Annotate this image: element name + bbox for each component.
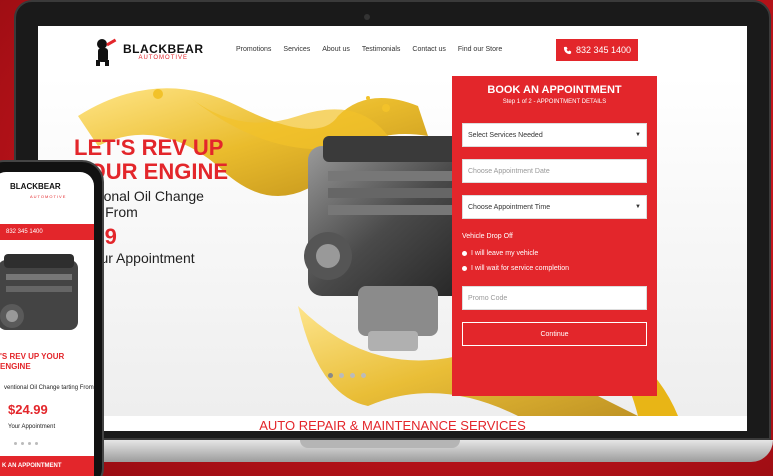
nav-services[interactable]: Services	[283, 46, 310, 53]
phone-headline: 'S REV UP YOUR ENGINE	[0, 352, 65, 371]
dropoff-label: Vehicle Drop Off	[462, 233, 513, 240]
phone-screen: BLACKBEAR AUTOMOTIVE 832 345 1400 'S REV…	[0, 172, 94, 476]
carousel-dot[interactable]	[339, 373, 344, 378]
carousel-dots	[328, 373, 366, 378]
carousel-dot[interactable]	[350, 373, 355, 378]
logo[interactable]: BLACKBEAR AUTOMOTIVE	[93, 38, 204, 66]
engine-image	[0, 254, 78, 330]
carousel-dot[interactable]	[14, 442, 17, 445]
booking-step: Step 1 of 2 - APPOINTMENT DETAILS	[502, 99, 607, 105]
services-select-value: Select Services Needed	[468, 131, 543, 139]
nav-contact-us[interactable]: Contact us	[412, 46, 445, 53]
booking-form: BOOK AN APPOINTMENT Step 1 of 2 - APPOIN…	[452, 76, 657, 396]
phone-icon	[563, 46, 572, 54]
laptop-screen: BLACKBEAR AUTOMOTIVE Promotions Services…	[38, 26, 747, 431]
chevron-down-icon: ▼	[635, 204, 641, 210]
carousel-dot[interactable]	[28, 442, 31, 445]
time-select-value: Choose Appointment Time	[468, 203, 551, 211]
laptop-notch	[300, 440, 460, 448]
services-select[interactable]: Select Services Needed ▼	[462, 123, 647, 147]
bear-logo-icon	[96, 38, 117, 66]
promo-placeholder: Promo Code	[468, 294, 508, 302]
booking-title: BOOK AN APPOINTMENT	[487, 84, 622, 96]
radio-wait-label: I will wait for service completion	[471, 265, 570, 272]
carousel-dot[interactable]	[21, 442, 24, 445]
chevron-down-icon: ▼	[635, 132, 641, 138]
carousel-dot[interactable]	[328, 373, 333, 378]
carousel-dot[interactable]	[361, 373, 366, 378]
phone-price: $24.99	[8, 402, 48, 417]
radio-leave-label: I will leave my vehicle	[471, 250, 539, 257]
date-input[interactable]: Choose Appointment Date	[462, 159, 647, 183]
radio-icon	[462, 266, 467, 271]
brand-name: BLACKBEAR	[123, 42, 204, 56]
radio-wait-service[interactable]: I will wait for service completion	[462, 265, 647, 272]
main-nav: Promotions Services About us Testimonial…	[236, 46, 502, 53]
time-select[interactable]: Choose Appointment Time ▼	[462, 195, 647, 219]
phone-cta[interactable]: Your Appointment	[8, 424, 55, 430]
camera	[364, 14, 370, 20]
radio-leave-vehicle[interactable]: I will leave my vehicle	[462, 250, 647, 257]
laptop-lid: BLACKBEAR AUTOMOTIVE Promotions Services…	[14, 0, 771, 440]
phone-carousel-dots	[14, 442, 38, 445]
date-placeholder: Choose Appointment Date	[468, 167, 550, 175]
nav-promotions[interactable]: Promotions	[236, 46, 271, 53]
nav-about-us[interactable]: About us	[322, 46, 350, 53]
section-title: AUTO REPAIR & MAINTENANCE SERVICES	[259, 418, 526, 431]
phone-logo[interactable]: BLACKBEAR	[10, 182, 61, 191]
phone-booking-banner[interactable]: K AN APPOINTMENT	[0, 456, 94, 476]
radio-icon	[462, 251, 467, 256]
phone-device: BLACKBEAR AUTOMOTIVE 832 345 1400 'S REV…	[0, 160, 104, 476]
phone-button[interactable]: 832 345 1400	[556, 39, 638, 61]
phone-logo-sub: AUTOMOTIVE	[30, 194, 67, 199]
carousel-dot[interactable]	[35, 442, 38, 445]
continue-button[interactable]: Continue	[462, 322, 647, 346]
phone-subline: ventional Oil Change tarting From	[4, 385, 94, 391]
phone-number: 832 345 1400	[575, 45, 632, 55]
nav-find-our-store[interactable]: Find our Store	[458, 46, 502, 53]
nav-testimonials[interactable]: Testimonials	[362, 46, 401, 53]
phone-call-bar[interactable]: 832 345 1400	[0, 224, 94, 240]
site-header: BLACKBEAR AUTOMOTIVE Promotions Services…	[38, 26, 747, 76]
promo-code-input[interactable]: Promo Code	[462, 286, 647, 310]
